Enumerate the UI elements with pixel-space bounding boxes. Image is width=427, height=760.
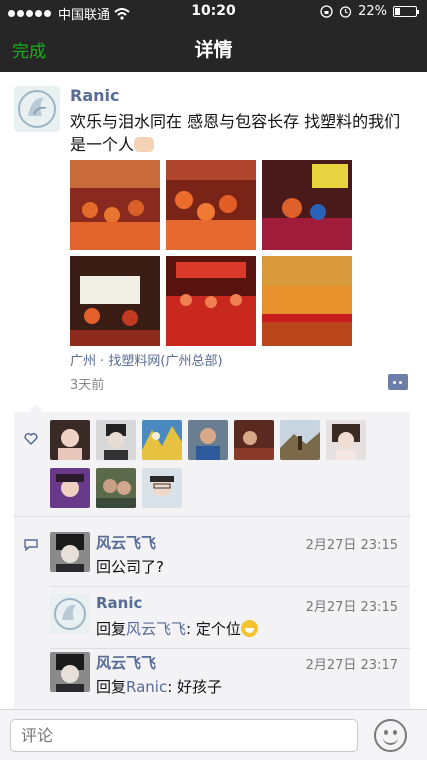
liker-avatar[interactable] bbox=[50, 420, 90, 460]
emoji-button-icon[interactable] bbox=[374, 719, 407, 752]
author-name[interactable]: Ranic bbox=[70, 86, 119, 105]
comment-time: 2月27日 23:15 bbox=[305, 600, 398, 615]
photo-thumb[interactable] bbox=[166, 160, 256, 250]
liker-avatar[interactable] bbox=[96, 420, 136, 460]
reply-to-name[interactable]: 风云飞飞 bbox=[126, 620, 186, 638]
comment-item[interactable]: Ranic 2月27日 23:15 回复风云飞飞: 定个位 bbox=[50, 594, 410, 652]
comment-divider bbox=[50, 586, 410, 587]
liker-avatar[interactable] bbox=[96, 468, 136, 508]
grin-emoji-icon bbox=[240, 620, 258, 637]
comment-divider bbox=[50, 648, 410, 649]
page-title: 详情 bbox=[194, 39, 233, 61]
alarm-icon bbox=[339, 6, 352, 18]
post-text-content: 欢乐与泪水同在 感恩与包容长存 找塑料的我们是一个人 bbox=[70, 112, 401, 154]
liker-avatar[interactable] bbox=[142, 420, 182, 460]
commenter-name[interactable]: Ranic bbox=[96, 594, 142, 612]
likes-list bbox=[50, 420, 380, 510]
status-right: 22% bbox=[320, 4, 419, 19]
status-bar: 中国联通 10:20 22% bbox=[0, 0, 427, 24]
photo-grid bbox=[70, 160, 354, 346]
author-avatar[interactable] bbox=[14, 86, 60, 132]
commenter-avatar[interactable] bbox=[50, 652, 90, 692]
liker-avatar[interactable] bbox=[188, 420, 228, 460]
photo-thumb[interactable] bbox=[166, 256, 256, 346]
liker-avatar[interactable] bbox=[50, 468, 90, 508]
photo-thumb[interactable] bbox=[262, 160, 352, 250]
battery-icon bbox=[393, 6, 419, 17]
fist-emoji-icon bbox=[134, 137, 155, 152]
interaction-panel: 风云飞飞 2月27日 23:15 回公司了? Ranic 2月27日 23:15… bbox=[14, 412, 410, 709]
rotation-lock-icon bbox=[320, 5, 333, 18]
reply-prefix: 回复 bbox=[96, 620, 127, 638]
comment-input[interactable] bbox=[10, 719, 358, 752]
post-time: 3天前 bbox=[70, 378, 105, 393]
photo-thumb[interactable] bbox=[70, 256, 160, 346]
comment-item[interactable]: 风云飞飞 2月27日 23:15 回公司了? bbox=[50, 532, 410, 590]
commenter-name[interactable]: 风云飞飞 bbox=[96, 532, 156, 553]
battery-percent: 22% bbox=[358, 4, 387, 19]
reply-body: : 定个位 bbox=[186, 620, 241, 638]
post-text: 欢乐与泪水同在 感恩与包容长存 找塑料的我们是一个人 bbox=[70, 110, 415, 156]
panel-arrow bbox=[28, 404, 44, 412]
comment-text: 回复Ranic: 好孩子 bbox=[96, 676, 222, 697]
commenter-avatar[interactable] bbox=[50, 594, 90, 634]
heart-icon bbox=[24, 432, 38, 446]
commenter-avatar[interactable] bbox=[50, 532, 90, 572]
liker-avatar[interactable] bbox=[326, 420, 366, 460]
comment-time: 2月27日 23:15 bbox=[305, 538, 398, 553]
commenter-name[interactable]: 风云飞飞 bbox=[96, 652, 156, 673]
panel-divider bbox=[14, 516, 410, 517]
comment-item[interactable]: 风云飞飞 2月27日 23:17 回复Ranic: 好孩子 bbox=[50, 652, 410, 709]
nav-bar: 完成 详情 bbox=[0, 24, 427, 72]
comment-bubble-icon bbox=[24, 539, 38, 551]
comment-text: 回复风云飞飞: 定个位 bbox=[96, 618, 258, 639]
comment-bar bbox=[0, 709, 427, 760]
reply-to-name[interactable]: Ranic bbox=[126, 678, 167, 696]
post-detail: Ranic 欢乐与泪水同在 感恩与包容长存 找塑料的我们是一个人 广州 · 找塑… bbox=[0, 72, 427, 709]
liker-avatar[interactable] bbox=[280, 420, 320, 460]
comment-text: 回公司了? bbox=[96, 558, 164, 576]
reply-body: : 好孩子 bbox=[167, 678, 223, 696]
reply-prefix: 回复 bbox=[96, 678, 127, 696]
photo-thumb[interactable] bbox=[262, 256, 352, 346]
comment-action-icon[interactable] bbox=[388, 374, 408, 390]
location-link[interactable]: 广州 · 找塑料网(广州总部) bbox=[70, 350, 223, 369]
liker-avatar[interactable] bbox=[234, 420, 274, 460]
liker-avatar[interactable] bbox=[142, 468, 182, 508]
photo-thumb[interactable] bbox=[70, 160, 160, 250]
comment-time: 2月27日 23:17 bbox=[305, 658, 398, 673]
